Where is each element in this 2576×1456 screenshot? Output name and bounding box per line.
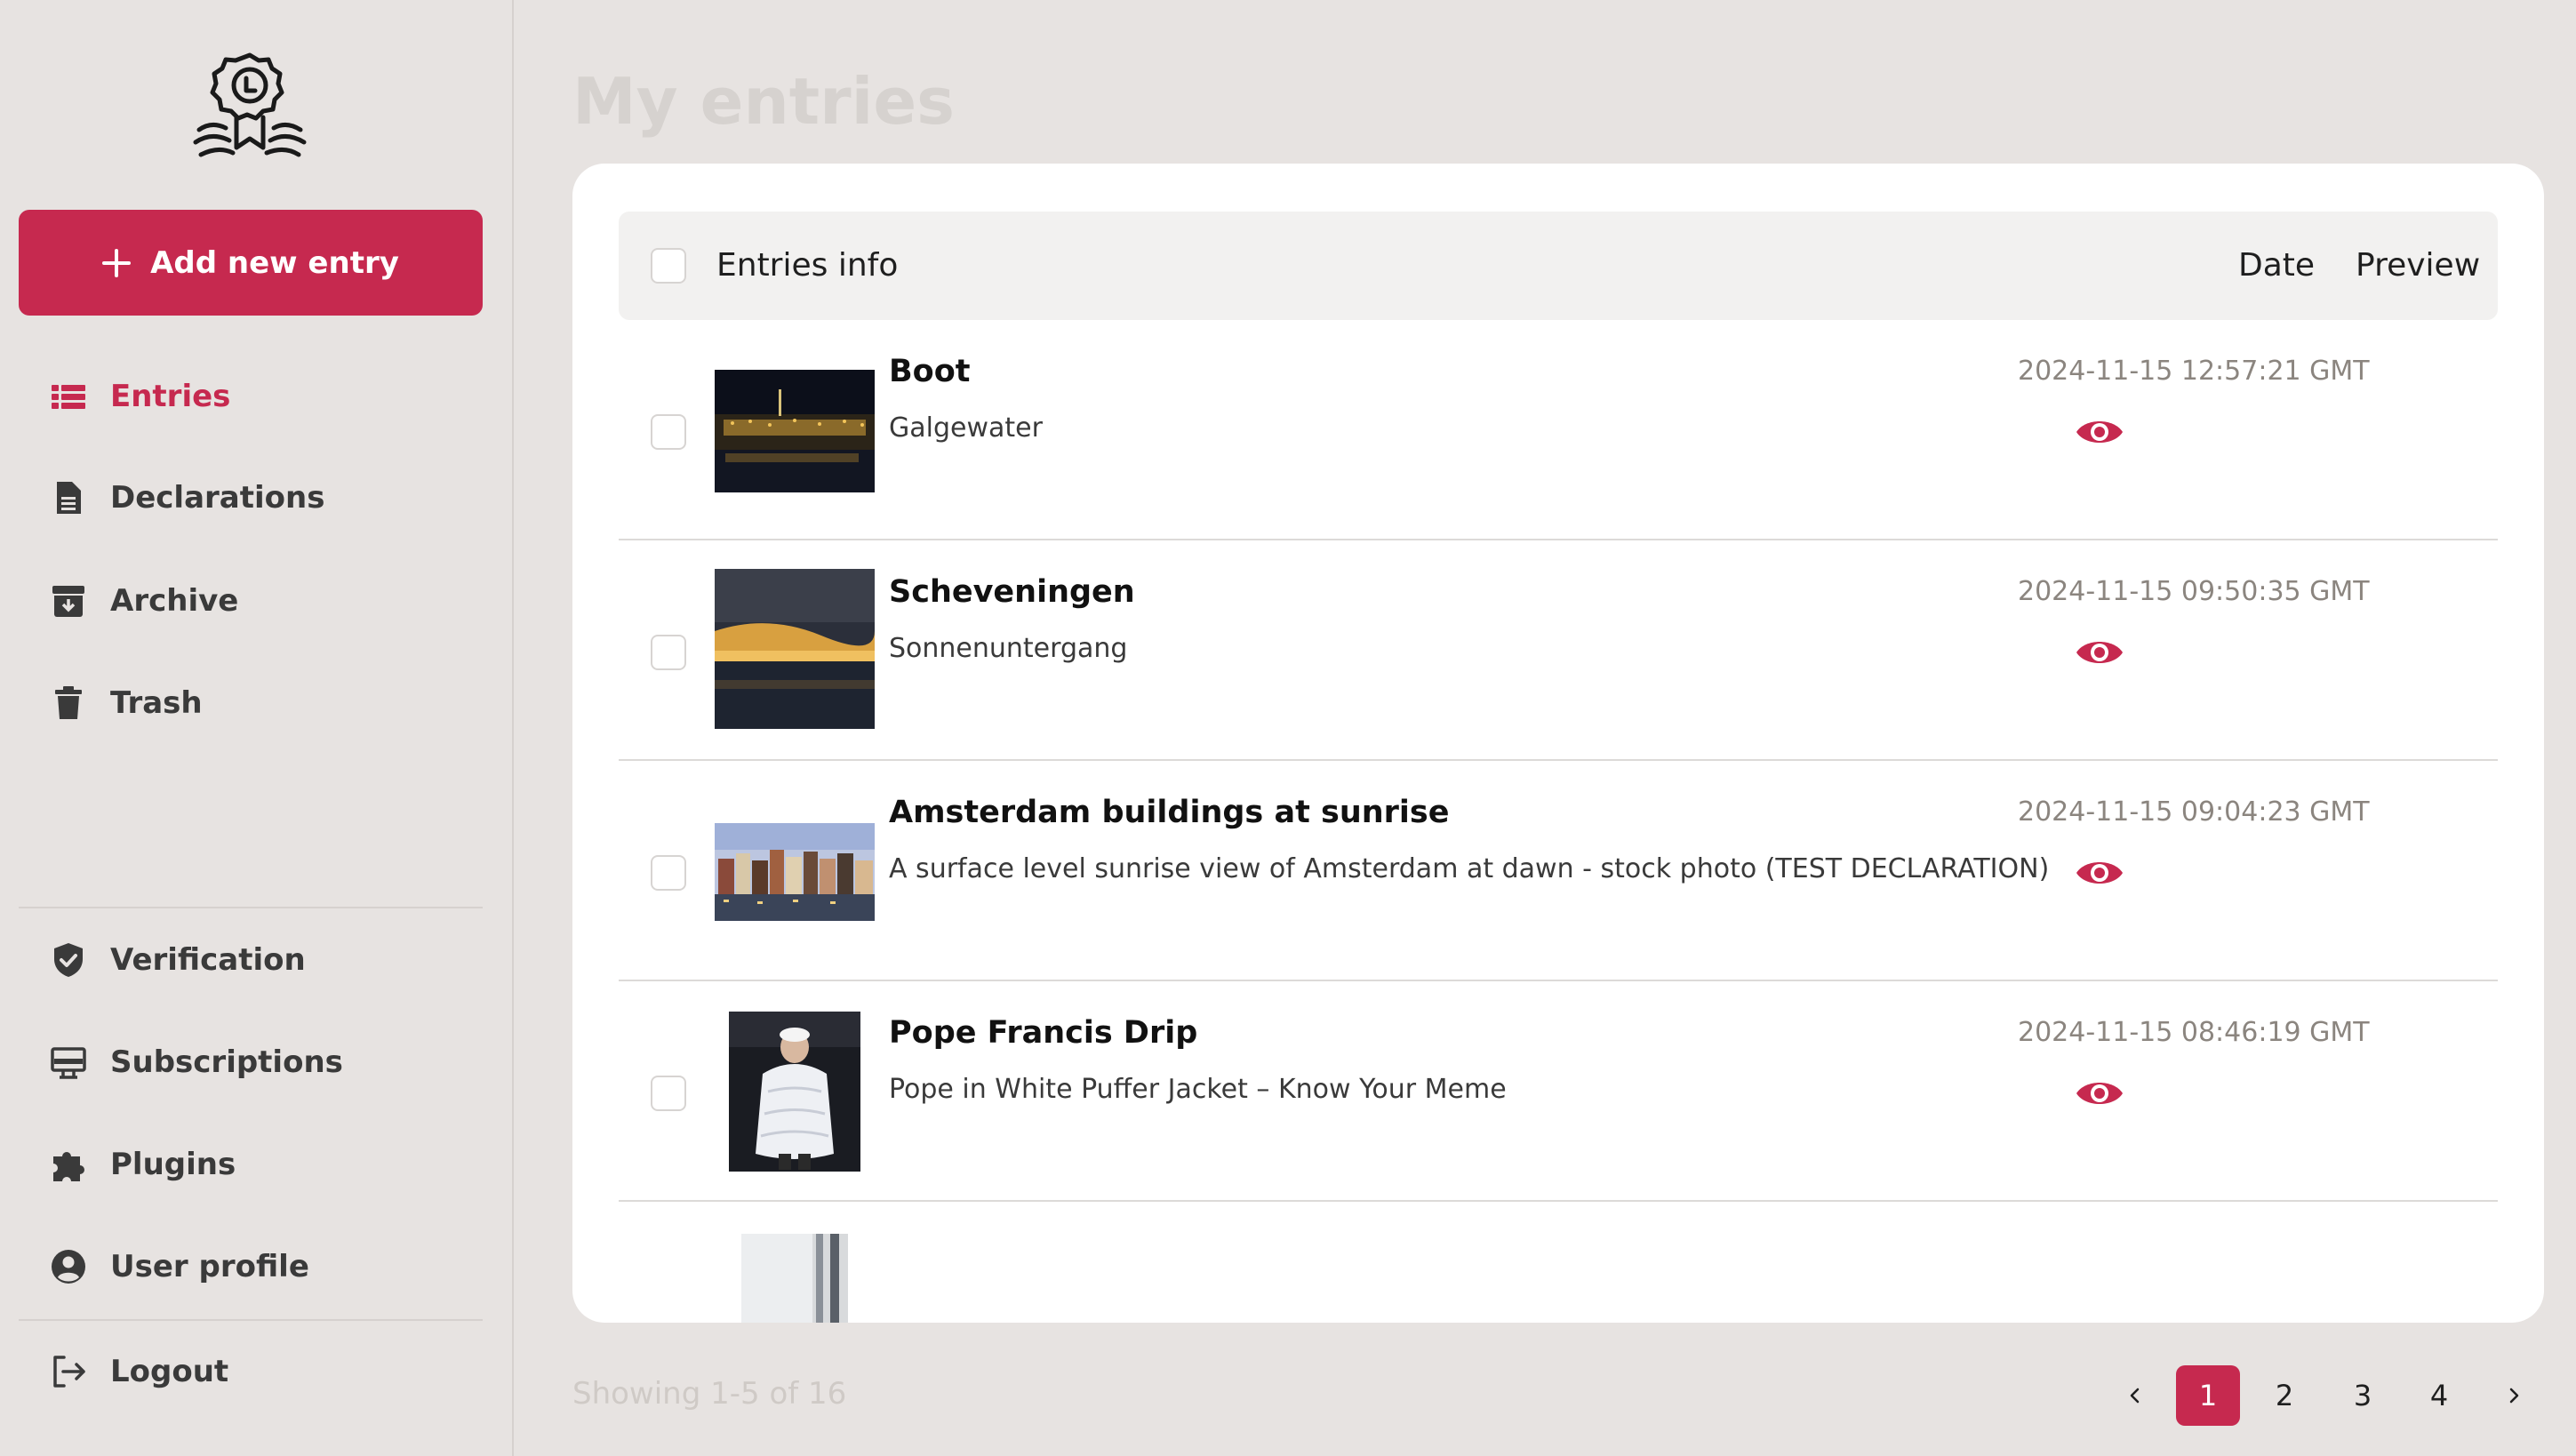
sidebar-item-trash[interactable]: Trash: [50, 676, 203, 730]
entry-title: Scheveningen: [889, 574, 1135, 610]
pagination-page-1[interactable]: 1: [2176, 1365, 2240, 1426]
row-checkbox[interactable]: [651, 414, 686, 450]
archive-icon: [52, 586, 84, 617]
preview-eye-icon[interactable]: [2073, 405, 2126, 459]
list-icon: [52, 385, 85, 409]
puzzle-icon: [53, 1152, 84, 1181]
sidebar-item-label: Entries: [110, 379, 231, 414]
logout-label: Logout: [110, 1354, 229, 1389]
pagination-page-4[interactable]: 4: [2409, 1365, 2469, 1426]
entry-title: Boot: [889, 354, 971, 389]
preview-eye-icon[interactable]: [2073, 846, 2126, 900]
entry-title: Pope Francis Drip: [889, 1015, 1198, 1051]
add-new-entry-button[interactable]: Add new entry: [19, 210, 483, 316]
sidebar-divider: [19, 1319, 483, 1321]
sidebar-item-archive[interactable]: Archive: [50, 574, 238, 628]
sidebar: Add new entry Entries Declarations Archi…: [0, 0, 514, 1456]
pagination-page-3[interactable]: 3: [2332, 1365, 2393, 1426]
row-checkbox[interactable]: [651, 855, 686, 891]
sidebar-item-label: Plugins: [110, 1147, 236, 1182]
pagination-prev-button[interactable]: [2116, 1365, 2155, 1426]
row-checkbox[interactable]: [651, 1076, 686, 1111]
sidebar-item-label: Verification: [110, 942, 306, 978]
chevron-left-icon: [2130, 1388, 2140, 1404]
select-all-checkbox[interactable]: [651, 248, 686, 284]
sidebar-item-user-profile[interactable]: User profile: [50, 1240, 309, 1293]
sidebar-item-label: Subscriptions: [110, 1044, 343, 1080]
preview-eye-icon[interactable]: [2073, 626, 2126, 679]
sidebar-item-label: Declarations: [110, 480, 325, 516]
table-row[interactable]: Pope Francis Drip Pope in White Puffer J…: [619, 981, 2498, 1202]
trash-icon: [55, 686, 82, 719]
award-ribbon-logo-icon: [193, 52, 307, 157]
sidebar-item-label: Trash: [110, 685, 203, 721]
entries-card: Entries info Date Preview Boot Galgewate…: [572, 164, 2544, 1323]
entry-subtitle: Galgewater: [889, 412, 1043, 444]
plus-icon: [102, 248, 132, 277]
showing-count: Showing 1-5 of 16: [572, 1376, 847, 1412]
entry-thumbnail: [741, 1234, 848, 1323]
sidebar-item-verification[interactable]: Verification: [50, 933, 306, 987]
page-title: My entries: [572, 64, 956, 139]
sidebar-item-declarations[interactable]: Declarations: [50, 471, 324, 524]
pagination-next-button[interactable]: [2494, 1365, 2533, 1426]
entry-thumbnail: [729, 1012, 860, 1172]
entry-thumbnail: [715, 370, 875, 492]
subscriptions-icon: [51, 1047, 86, 1079]
sidebar-divider: [19, 907, 483, 908]
sidebar-item-label: User profile: [110, 1249, 309, 1284]
entry-date: 2024-11-15 09:50:35 GMT: [2018, 576, 2370, 607]
table-row[interactable]: [619, 1202, 2498, 1323]
entry-thumbnail: [715, 569, 875, 729]
shield-check-icon: [54, 943, 83, 977]
table-header: Entries info Date Preview: [619, 212, 2498, 320]
document-icon: [57, 482, 81, 514]
entry-subtitle: Sonnenuntergang: [889, 633, 1128, 664]
preview-eye-icon[interactable]: [2073, 1067, 2126, 1120]
row-checkbox[interactable]: [651, 635, 686, 670]
sidebar-item-entries[interactable]: Entries: [50, 370, 230, 423]
entry-subtitle: A surface level sunrise view of Amsterda…: [889, 853, 2050, 884]
pagination-page-2[interactable]: 2: [2254, 1365, 2315, 1426]
logout-icon: [53, 1356, 85, 1388]
entry-date: 2024-11-15 09:04:23 GMT: [2018, 796, 2370, 828]
sidebar-item-subscriptions[interactable]: Subscriptions: [50, 1036, 343, 1089]
table-row[interactable]: Scheveningen Sonnenuntergang 2024-11-15 …: [619, 540, 2498, 761]
entry-date: 2024-11-15 12:57:21 GMT: [2018, 356, 2370, 387]
table-row[interactable]: Amsterdam buildings at sunrise A surface…: [619, 761, 2498, 981]
column-header-preview: Preview: [2356, 247, 2481, 284]
entry-title: Amsterdam buildings at sunrise: [889, 795, 1450, 830]
chevron-right-icon: [2509, 1388, 2519, 1404]
column-header-info: Entries info: [716, 247, 899, 284]
add-new-entry-label: Add new entry: [150, 244, 399, 281]
logout-button[interactable]: Logout: [50, 1345, 228, 1398]
sidebar-item-label: Archive: [110, 583, 239, 619]
sidebar-item-plugins[interactable]: Plugins: [50, 1138, 236, 1191]
entry-date: 2024-11-15 08:46:19 GMT: [2018, 1017, 2370, 1048]
column-header-date: Date: [2238, 247, 2316, 284]
table-row[interactable]: Boot Galgewater 2024-11-15 12:57:21 GMT: [619, 320, 2498, 540]
entry-subtitle: Pope in White Puffer Jacket – Know Your …: [889, 1074, 1507, 1105]
user-circle-icon: [52, 1250, 85, 1284]
entry-thumbnail: [715, 823, 875, 921]
